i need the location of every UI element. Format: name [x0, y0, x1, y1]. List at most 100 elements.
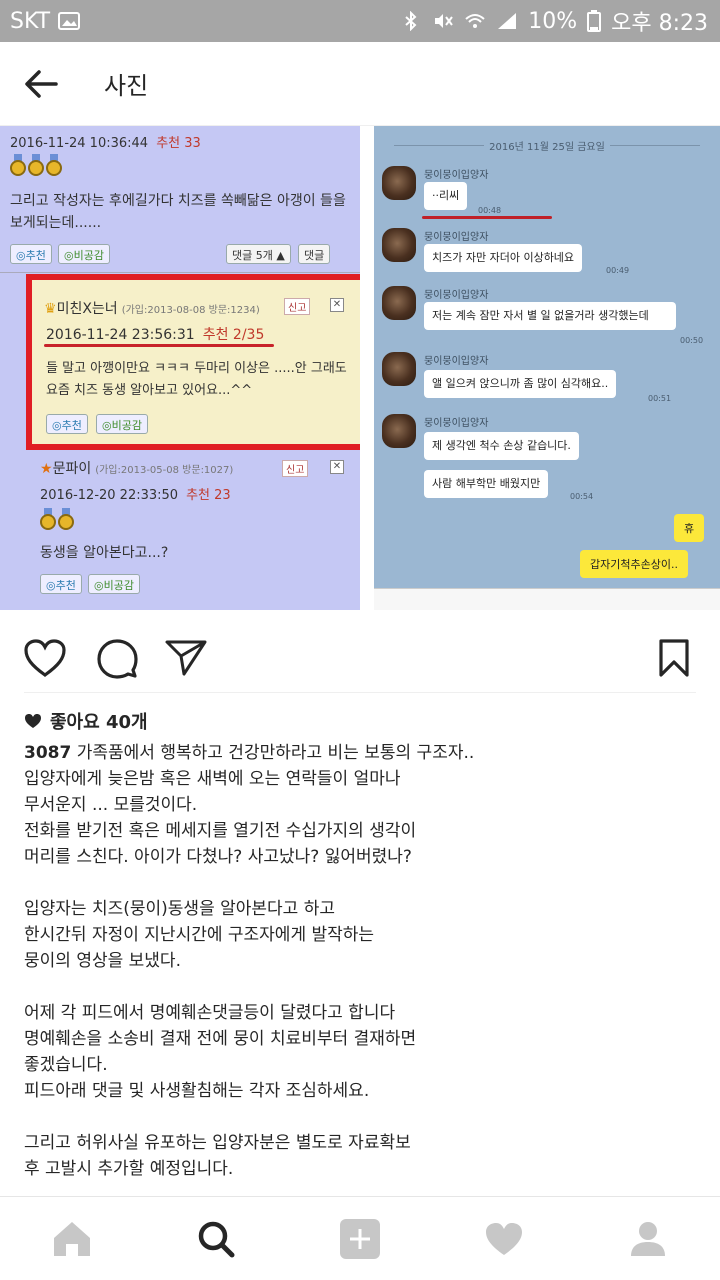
like-button[interactable]: [21, 630, 69, 686]
comment1-replies-button: 댓글 5개 ▲: [226, 244, 291, 264]
comment2-close-icon: ✕: [330, 298, 344, 312]
nav-add[interactable]: [288, 1197, 432, 1280]
likes-label: 좋아요 40개: [50, 712, 148, 733]
status-right: 10% 오후 8:23: [400, 5, 708, 37]
comment1-text: 그리고 작성자는 후에길가다 치즈를 쏙빼닮은 아갱이 들을보게되는데.....…: [10, 193, 346, 231]
back-arrow-icon: [25, 69, 58, 98]
comment3-report: 신고: [282, 460, 309, 477]
highlighted-comment: ♛미친X는너 (가입:2013-08-08 방문:1234) 신고 ✕ 2016-…: [26, 274, 360, 450]
comment3-author-line: ★문파이 (가입:2013-05-08 방문:1027): [40, 458, 233, 478]
divider: [24, 692, 696, 693]
comment2-text: 들 말고 아깽이만요 ㅋㅋㅋ 두마리 이상은 .....안 그래도 요즘 치즈 …: [46, 361, 347, 398]
comment2-author: 미친X는너: [56, 301, 118, 317]
comment-icon: [97, 639, 138, 679]
add-icon: [340, 1218, 380, 1259]
home-icon: [54, 1221, 90, 1256]
caption-username[interactable]: 3087: [24, 743, 71, 763]
battery-percent: 10%: [528, 8, 578, 34]
share-button[interactable]: [162, 630, 210, 686]
chat-date-divider: 2016년 11월 25일 금요일: [374, 138, 720, 153]
likes-count[interactable]: 좋아요 40개: [24, 708, 148, 734]
comment2-author-line: ♛미친X는너 (가입:2013-08-08 방문:1234): [44, 298, 260, 318]
star-icon: ★: [40, 461, 53, 477]
chat-input-bar: [374, 588, 720, 610]
comment2-date-line: 2016-11-24 23:56:31 추천 2/35: [46, 324, 264, 344]
app-header: 사진: [0, 42, 720, 126]
comment2-date: 2016-11-24 23:56:31: [46, 327, 195, 343]
comment1-date: 2016-11-24 10:36:44: [10, 136, 149, 151]
medal-icon: [28, 154, 44, 176]
red-underline: [422, 216, 552, 219]
avatar: [382, 286, 416, 320]
wifi-icon: [465, 14, 485, 28]
medal-icon: [46, 154, 62, 176]
medal-icon: [58, 508, 74, 530]
chat-sender: 뭉이뭉이입양자: [424, 418, 489, 429]
comment3-text: 동생을 알아본다고...?: [40, 545, 169, 561]
bluetooth-icon: [405, 11, 417, 31]
comments-screenshot: 2016-11-24 10:36:44 추천 33 그리고 작성자는 후에길가다…: [0, 126, 360, 610]
comment3-nonpublic-button: ◎비공감: [88, 574, 140, 594]
post-caption: 3087 가족품에서 행복하고 건강만하라고 비는 보통의 구조자.. 입양자에…: [24, 740, 696, 1182]
heart-icon: [486, 1222, 522, 1255]
comment-divider: [0, 272, 360, 273]
bottom-nav: [0, 1196, 720, 1280]
page-title: 사진: [104, 72, 149, 100]
avatar: [382, 414, 416, 448]
nav-home[interactable]: [0, 1197, 144, 1280]
chat-time: 00:54: [570, 492, 594, 501]
chat-sender: 뭉이뭉이입양자: [424, 170, 489, 181]
chat-time: 00:50: [680, 336, 704, 345]
chat-sender: 뭉이뭉이입양자: [424, 290, 489, 301]
save-button[interactable]: [650, 630, 698, 686]
comment2-recommend: 추천 2/35: [202, 327, 265, 343]
comment1-date-line: 2016-11-24 10:36:44 추천 33: [10, 132, 201, 151]
nav-search[interactable]: [144, 1197, 288, 1280]
search-icon: [198, 1221, 235, 1257]
comment-button[interactable]: [93, 630, 141, 686]
status-left: SKT: [10, 8, 81, 34]
carrier-label: SKT: [10, 8, 51, 34]
comment2-recommend-button: ◎추천: [46, 414, 88, 434]
avatar: [382, 352, 416, 386]
chat-bubble: ··리씨: [424, 182, 468, 210]
chat-bubble: 저는 계속 잠만 자서 별 일 없을거라 생각했는데: [424, 302, 676, 330]
chat-bubble: 치즈가 자만 자더아 이상하네요: [424, 244, 583, 272]
chat-time: 00:48: [478, 206, 502, 215]
post-image[interactable]: 2016-11-24 10:36:44 추천 33 그리고 작성자는 후에길가다…: [0, 126, 720, 618]
comment3-date-line: 2016-12-20 22:33:50 추천 23: [40, 484, 231, 503]
battery-icon: [587, 10, 602, 32]
comment3-date: 2016-12-20 22:33:50: [40, 488, 179, 503]
comment2-meta: (가입:2013-08-08 방문:1234): [121, 305, 260, 316]
medal-icon: [40, 508, 56, 530]
nav-activity[interactable]: [432, 1197, 576, 1280]
profile-icon: [631, 1221, 665, 1256]
avatar: [382, 166, 416, 200]
mute-icon: [435, 14, 454, 28]
send-icon: [165, 640, 207, 676]
comment3-meta: (가입:2013-05-08 방문:1027): [95, 465, 234, 476]
heart-icon: [24, 639, 66, 677]
signal-icon: [498, 13, 517, 29]
comment2-report: 신고: [284, 298, 311, 315]
chat-bubble: 제 생각엔 척수 손상 같습니다.: [424, 432, 579, 460]
comment3-close-icon: ✕: [330, 460, 344, 474]
chat-sender: 뭉이뭉이입양자: [424, 232, 489, 243]
heart-filled-icon: [25, 714, 41, 728]
bookmark-icon: [659, 639, 689, 677]
status-bar: SKT 10% 오후 8:23: [0, 0, 720, 42]
clock: 오후 8:23: [611, 11, 708, 36]
comment1-nonpublic-button: ◎비공감: [58, 244, 110, 264]
comment1-recommend: 추천 33: [156, 136, 201, 151]
back-button[interactable]: [0, 42, 82, 126]
red-underline: [44, 344, 274, 347]
chat-bubble: 앨 일으켜 앉으니까 좀 많이 심각해요..: [424, 370, 617, 398]
gallery-icon: [58, 12, 81, 30]
comment3-author: 문파이: [52, 461, 92, 477]
comment3-recommend-button: ◎추천: [40, 574, 82, 594]
chat-sender: 뭉이뭉이입양자: [424, 356, 489, 367]
chat-time: 00:51: [648, 394, 672, 403]
nav-profile[interactable]: [576, 1197, 720, 1280]
my-chat-bubble: 휴: [674, 514, 705, 542]
comment3-recommend: 추천 23: [186, 488, 231, 503]
